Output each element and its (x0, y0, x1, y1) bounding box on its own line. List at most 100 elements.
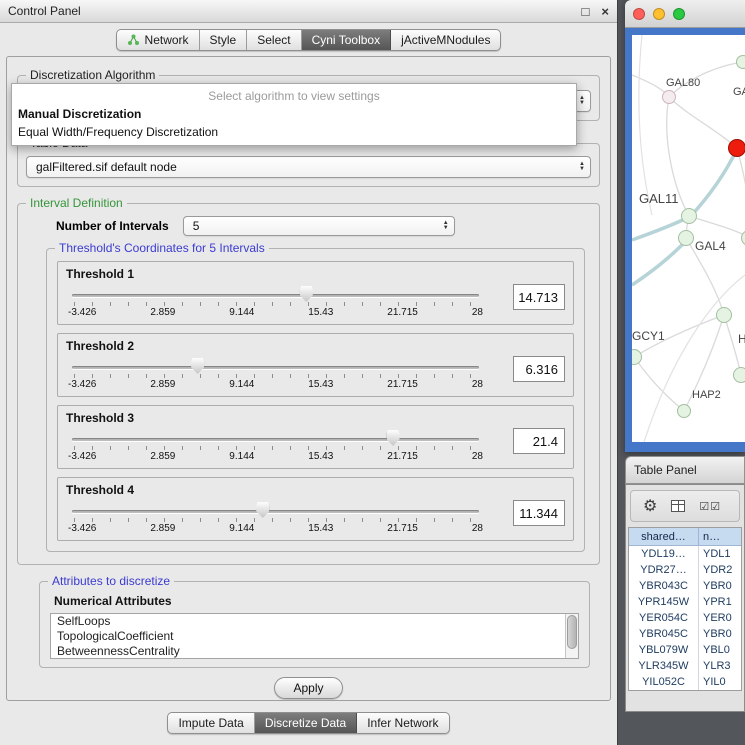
threshold-4-label: Threshold 4 (66, 483, 565, 497)
table-toolbar: ⚙ ☑☑ (630, 490, 740, 522)
table-panel-titlebar[interactable]: Table Panel (625, 456, 745, 484)
control-panel-window: Control Panel □ × Network Style Select (0, 0, 618, 745)
threshold-4-slider[interactable]: -3.4262.8599.14415.4321.71528 (72, 501, 479, 537)
tab-style[interactable]: Style (200, 30, 248, 50)
threshold-1-panel: Threshold 1 -3.4262.8599.14415.4321.7152… (57, 261, 574, 325)
tab-jactivemnodules[interactable]: jActiveMNodules (391, 30, 500, 50)
network-canvas[interactable]: GAL80 GA GAL11 GAL4 GCY1 H HAP2 (632, 35, 745, 442)
slider-scale: -3.4262.8599.14415.4321.71528 (68, 451, 483, 462)
threshold-1-value-input[interactable] (513, 284, 565, 310)
slider-track (72, 510, 479, 513)
slider-scale: -3.4262.8599.14415.4321.71528 (68, 379, 483, 390)
popup-option-manual-discretization[interactable]: Manual Discretization (12, 105, 576, 123)
table-data-select[interactable]: galFiltered.sif default node ▲▼ (26, 156, 591, 178)
attributes-scrollbar[interactable] (565, 614, 578, 658)
node-label-gal11: GAL11 (639, 191, 679, 206)
scrollbar-thumb[interactable] (567, 615, 577, 649)
slider-thumb[interactable] (300, 286, 313, 302)
slider-thumb[interactable] (256, 502, 269, 518)
apply-button[interactable]: Apply (274, 677, 342, 699)
network-node-gal4[interactable] (678, 230, 694, 246)
bottom-tab-bar: Impute Data Discretize Data Infer Networ… (0, 712, 617, 734)
slider-ticks (74, 374, 477, 378)
node-label-partial: H (738, 332, 745, 346)
threshold-3-label: Threshold 3 (66, 411, 565, 425)
float-window-icon[interactable]: □ (582, 4, 590, 19)
table-columns-icon[interactable] (671, 500, 685, 512)
threshold-3-slider[interactable]: -3.4262.8599.14415.4321.71528 (72, 429, 479, 465)
threshold-1-slider[interactable]: -3.4262.8599.14415.4321.71528 (72, 285, 479, 321)
network-node-gal11[interactable] (681, 208, 697, 224)
slider-track (72, 294, 479, 297)
threshold-2-slider[interactable]: -3.4262.8599.14415.4321.71528 (72, 357, 479, 393)
network-node-hap2[interactable] (677, 404, 691, 418)
traffic-light-close-icon[interactable] (633, 8, 645, 20)
threshold-4-panel: Threshold 4 -3.4262.8599.14415.4321.7152… (57, 477, 574, 541)
control-panel-body: Discretization Algorithm ▲▼ Select algor… (6, 56, 611, 701)
slider-ticks (74, 518, 477, 522)
threshold-1-label: Threshold 1 (66, 267, 565, 281)
threshold-4-value-input[interactable] (513, 500, 565, 526)
column-header-shared-name[interactable]: shared… (629, 528, 699, 545)
network-node[interactable] (733, 367, 745, 383)
list-item-selfloops[interactable]: SelfLoops (51, 614, 578, 629)
threshold-3-value-input[interactable] (513, 428, 565, 454)
table-row[interactable]: YBR045CYBR0 (629, 626, 741, 642)
traffic-light-minimize-icon[interactable] (653, 8, 665, 20)
threshold-2-value-input[interactable] (513, 356, 565, 382)
table-panel-title: Table Panel (634, 463, 697, 477)
gear-icon[interactable]: ⚙ (643, 496, 657, 516)
list-item-topologicalcoefficient[interactable]: TopologicalCoefficient (51, 629, 578, 644)
window-title: Control Panel (8, 4, 81, 18)
attributes-list: SelfLoops TopologicalCoefficient Between… (50, 613, 579, 659)
slider-scale: -3.4262.8599.14415.4321.71528 (68, 523, 483, 534)
node-label-gal4: GAL4 (695, 239, 726, 253)
network-node-gal80[interactable] (662, 90, 676, 104)
interval-definition-label: Interval Definition (26, 196, 127, 210)
table-data-selected-value: galFiltered.sif default node (36, 160, 177, 174)
table-row[interactable]: YDR27…YDR2 (629, 562, 741, 578)
tab-network[interactable]: Network (117, 30, 200, 50)
table-row[interactable]: YBR043CYBR0 (629, 578, 741, 594)
network-icon (127, 34, 140, 46)
top-tab-bar: Network Style Select Cyni Toolbox jActiv… (0, 29, 617, 51)
popup-option-equal-width-frequency[interactable]: Equal Width/Frequency Discretization (12, 123, 576, 141)
tab-infer-network[interactable]: Infer Network (357, 713, 448, 733)
network-node[interactable] (716, 307, 732, 323)
table-row[interactable]: YLR345WYLR3 (629, 658, 741, 674)
threshold-2-panel: Threshold 2 -3.4262.8599.14415.4321.7152… (57, 333, 574, 397)
table-row[interactable]: YIL052CYIL0 (629, 674, 741, 690)
table-row[interactable]: YER054CYER0 (629, 610, 741, 626)
list-item-betweennesscentrality[interactable]: BetweennessCentrality (51, 644, 578, 659)
table-row[interactable]: YBL079WYBL0 (629, 642, 741, 658)
tab-cyni-toolbox[interactable]: Cyni Toolbox (302, 30, 391, 50)
checkbox-icons[interactable]: ☑☑ (699, 500, 721, 513)
algorithm-popup: Select algorithm to view settings Manual… (11, 83, 577, 146)
popup-placeholder: Select algorithm to view settings (12, 84, 576, 105)
slider-scale: -3.4262.8599.14415.4321.71528 (68, 307, 483, 318)
data-table: shared… n… YDL19…YDL1 YDR27…YDR2 YBR043C… (628, 527, 742, 691)
tab-select[interactable]: Select (247, 30, 301, 50)
close-icon[interactable]: × (601, 4, 609, 19)
tab-discretize-data[interactable]: Discretize Data (255, 713, 357, 733)
slider-track (72, 438, 479, 441)
slider-ticks (74, 446, 477, 450)
table-row[interactable]: YDL19…YDL1 (629, 546, 741, 562)
threshold-3-panel: Threshold 3 -3.4262.8599.14415.4321.7152… (57, 405, 574, 469)
network-window: GAL80 GA GAL11 GAL4 GCY1 H HAP2 (625, 0, 745, 452)
tab-impute-data[interactable]: Impute Data (168, 713, 254, 733)
node-label-hap2: HAP2 (692, 389, 721, 401)
network-node[interactable] (736, 55, 745, 69)
network-node-highlighted[interactable] (728, 139, 745, 157)
column-header-name[interactable]: n… (699, 528, 741, 545)
slider-thumb[interactable] (387, 430, 400, 446)
number-of-intervals-row: Number of Intervals 5 ▲▼ (56, 216, 591, 236)
number-of-intervals-select[interactable]: 5 ▲▼ (183, 216, 455, 236)
table-row[interactable]: YPR145WYPR1 (629, 594, 741, 610)
table-panel-window: ⚙ ☑☑ shared… n… YDL19…YDL1 YDR27…YDR2 YB… (625, 484, 745, 712)
traffic-light-zoom-icon[interactable] (673, 8, 685, 20)
number-of-intervals-label: Number of Intervals (56, 219, 169, 233)
slider-thumb[interactable] (191, 358, 204, 374)
interval-definition-group: Interval Definition Number of Intervals … (17, 203, 600, 565)
numerical-attributes-label: Numerical Attributes (54, 594, 579, 608)
